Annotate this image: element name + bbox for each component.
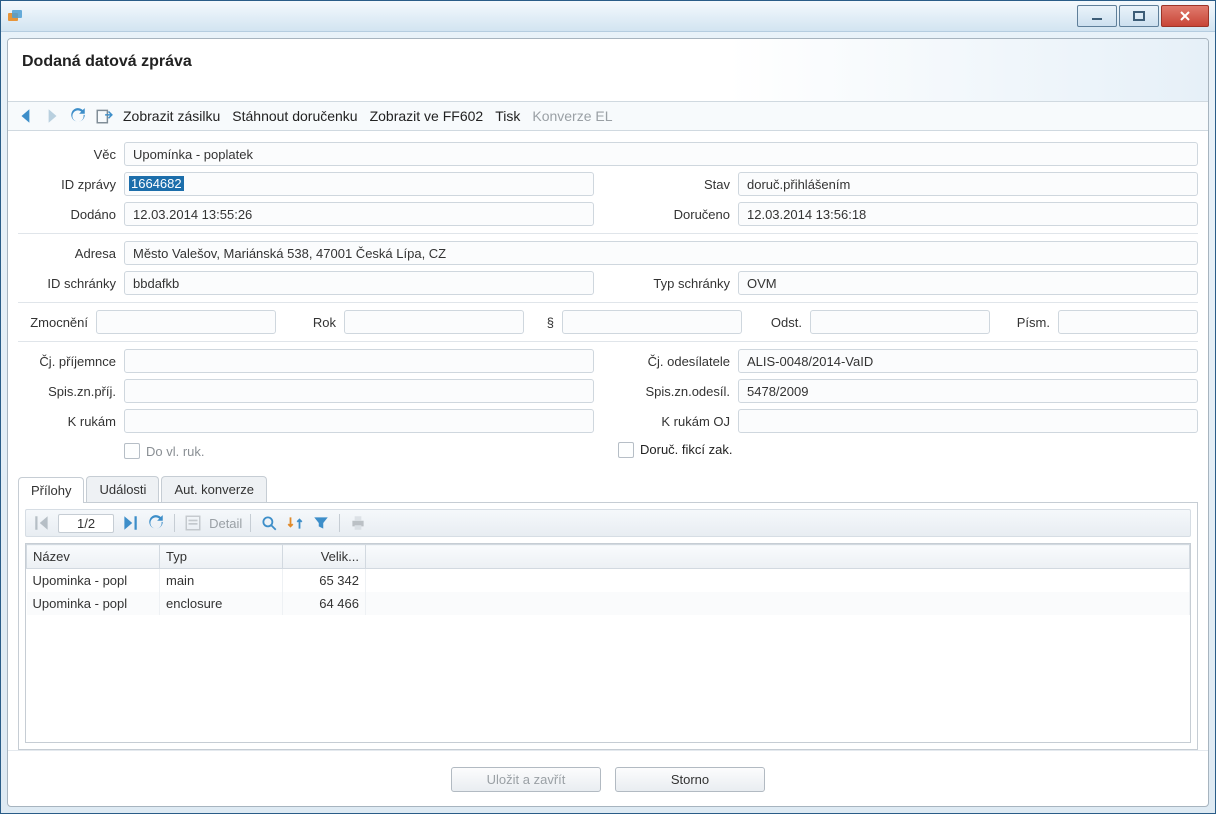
toolbar: Zobrazit zásilku Stáhnout doručenku Zobr… [8,101,1208,131]
label-paragraf: § [524,315,562,330]
checkbox-do-vl-ruk: Do vl. ruk. [124,443,205,459]
detail-label: Detail [209,516,242,531]
field-doruceno[interactable]: 12.03.2014 13:56:18 [738,202,1198,226]
checkbox-box[interactable] [618,442,634,458]
toolbar-show-ff602[interactable]: Zobrazit ve FF602 [367,106,487,126]
label-odst: Odst. [742,315,810,330]
cell-name: Upominka - popl [27,592,160,615]
label-k-rukam-oj: K rukám OJ [610,414,738,429]
client-area: Dodaná datová zpráva Zobrazit zásilku St… [7,38,1209,807]
label-doruceno: Doručeno [610,207,738,222]
label-cj-odesilatele: Čj. odesílatele [610,354,738,369]
label-id-zpravy: ID zprávy [18,177,124,192]
field-paragraf[interactable] [562,310,742,334]
field-spis-zn-prij[interactable] [124,379,594,403]
label-adresa: Adresa [18,246,124,261]
label-spis-zn-prij: Spis.zn.příj. [18,384,124,399]
cell-type: enclosure [160,592,283,615]
table-row[interactable]: Upominka - poplenclosure64 466 [27,592,1190,615]
tabstrip: Přílohy Události Aut. konverze [18,476,1198,502]
search-icon[interactable] [259,513,279,533]
save-close-button: Uložit a zavřít [451,767,601,792]
label-k-rukam: K rukám [18,414,124,429]
field-id-zpravy-value: 1664682 [129,176,184,191]
cell-size: 64 466 [283,592,366,615]
tab-aut-konverze[interactable]: Aut. konverze [161,476,267,502]
page-title: Dodaná datová zpráva [22,53,1194,71]
toolbar-download-receipt[interactable]: Stáhnout doručenku [229,106,360,126]
field-rok[interactable] [344,310,524,334]
attachments-toolbar: 1/2 Detail [25,509,1191,537]
tab-body: 1/2 Detail [18,502,1198,750]
window-maximize-button[interactable] [1119,5,1159,27]
label-zmocneni: Zmocnění [18,315,96,330]
field-vec[interactable]: Upomínka - poplatek [124,142,1198,166]
cell-name: Upominka - popl [27,569,160,593]
field-k-rukam-oj[interactable] [738,409,1198,433]
label-vec: Věc [18,147,124,162]
field-cj-odesilatele[interactable]: ALIS-0048/2014-VaID [738,349,1198,373]
cell-size: 65 342 [283,569,366,593]
col-size[interactable]: Velik... [283,545,366,569]
form: Věc Upomínka - poplatek ID zprávy 166468… [8,131,1208,470]
footer: Uložit a zavřít Storno [8,750,1208,806]
app-window: Dodaná datová zpráva Zobrazit zásilku St… [0,0,1216,814]
export-icon[interactable] [94,106,114,126]
checkbox-doruc-fikci-zak[interactable]: Doruč. fikcí zak. [618,442,732,458]
col-spacer [366,545,1190,569]
field-cj-prijemce[interactable] [124,349,594,373]
label-pism: Písm. [990,315,1058,330]
page-header: Dodaná datová zpráva [8,39,1208,101]
toolbar-show-shipment[interactable]: Zobrazit zásilku [120,106,223,126]
nav-prev-icon[interactable] [16,106,36,126]
toolbar-print[interactable]: Tisk [492,106,523,126]
checkbox-do-vl-ruk-label: Do vl. ruk. [146,444,205,459]
detail-icon [183,513,203,533]
field-id-schranky[interactable]: bbdafkb [124,271,594,295]
field-k-rukam[interactable] [124,409,594,433]
checkbox-doruc-fikci-zak-label: Doruč. fikcí zak. [640,442,732,457]
cell-type: main [160,569,283,593]
checkbox-box [124,443,140,459]
window-close-button[interactable] [1161,5,1209,27]
record-counter[interactable]: 1/2 [58,514,114,533]
window-minimize-button[interactable] [1077,5,1117,27]
label-id-schranky: ID schránky [18,276,124,291]
field-adresa[interactable]: Město Valešov, Mariánská 538, 47001 Česk… [124,241,1198,265]
refresh-icon[interactable] [146,513,166,533]
col-name[interactable]: Název [27,545,160,569]
refresh-icon[interactable] [68,106,88,126]
filter-icon[interactable] [311,513,331,533]
table-row[interactable]: Upominka - poplmain65 342 [27,569,1190,593]
label-typ-schranky: Typ schránky [610,276,738,291]
field-stav[interactable]: doruč.přihlášením [738,172,1198,196]
label-spis-zn-odesil: Spis.zn.odesíl. [610,384,738,399]
label-cj-prijemce: Čj. příjemnce [18,354,124,369]
cancel-button[interactable]: Storno [615,767,765,792]
last-record-icon[interactable] [120,513,140,533]
titlebar [1,1,1215,32]
field-id-zpravy[interactable]: 1664682 [124,172,594,196]
label-stav: Stav [610,177,738,192]
field-zmocneni[interactable] [96,310,276,334]
attachments-table[interactable]: Název Typ Velik... Upominka - poplmain65… [25,543,1191,743]
tab-prilohy[interactable]: Přílohy [18,477,84,503]
nav-next-icon[interactable] [42,106,62,126]
tab-udalosti[interactable]: Události [86,476,159,502]
toolbar-konverze-el: Konverze EL [529,106,615,126]
field-odst[interactable] [810,310,990,334]
field-typ-schranky[interactable]: OVM [738,271,1198,295]
tabs: Přílohy Události Aut. konverze 1/2 [18,476,1198,750]
app-icon [7,8,23,24]
field-dodano[interactable]: 12.03.2014 13:55:26 [124,202,594,226]
field-spis-zn-odesil[interactable]: 5478/2009 [738,379,1198,403]
first-record-icon[interactable] [32,513,52,533]
label-rok: Rok [276,315,344,330]
label-dodano: Dodáno [18,207,124,222]
col-type[interactable]: Typ [160,545,283,569]
print-icon[interactable] [348,513,368,533]
field-pism[interactable] [1058,310,1198,334]
sort-icon[interactable] [285,513,305,533]
